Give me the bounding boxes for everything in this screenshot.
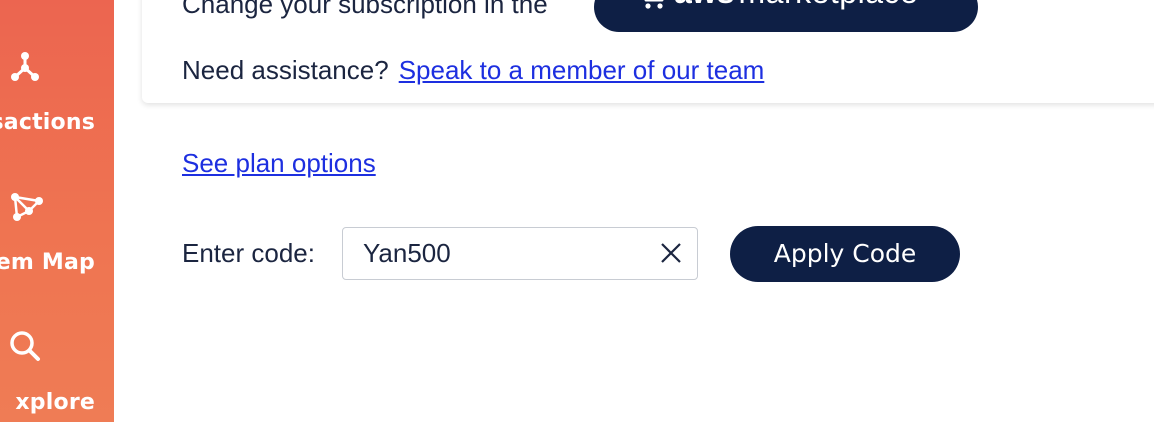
code-input[interactable] xyxy=(363,228,643,278)
sidebar-item-explore[interactable]: xplore xyxy=(0,320,114,422)
assistance-prompt: Need assistance? xyxy=(182,55,389,85)
sidebar-item-label: xplore xyxy=(15,390,95,415)
cart-icon xyxy=(644,0,664,9)
subscription-text: Change your subscription in the xyxy=(182,0,548,19)
marketplace-word: marketplace xyxy=(738,0,918,10)
code-input-container xyxy=(342,227,698,280)
sidebar: nsactions tem Map xplore xyxy=(0,0,114,422)
aws-marketplace-button[interactable]: aws marketplace xyxy=(594,0,978,32)
sidebar-item-label: tem Map xyxy=(0,250,95,275)
assistance-row: Need assistance? Speak to a member of our… xyxy=(182,55,764,86)
system-map-icon xyxy=(11,193,43,221)
search-icon xyxy=(10,331,40,361)
aws-word: aws xyxy=(674,0,734,10)
code-label: Enter code: xyxy=(182,238,315,268)
clear-icon[interactable] xyxy=(659,241,683,265)
apply-code-button[interactable]: Apply Code xyxy=(730,226,960,282)
sidebar-item-system-map[interactable]: tem Map xyxy=(0,180,114,300)
contact-team-link[interactable]: Speak to a member of our team xyxy=(399,55,765,85)
sidebar-item-label: nsactions xyxy=(0,110,95,135)
transactions-icon xyxy=(11,52,39,81)
see-plan-options-link[interactable]: See plan options xyxy=(182,148,376,179)
aws-marketplace-logo: aws marketplace xyxy=(634,0,918,12)
sidebar-item-transactions[interactable]: nsactions xyxy=(0,40,114,160)
